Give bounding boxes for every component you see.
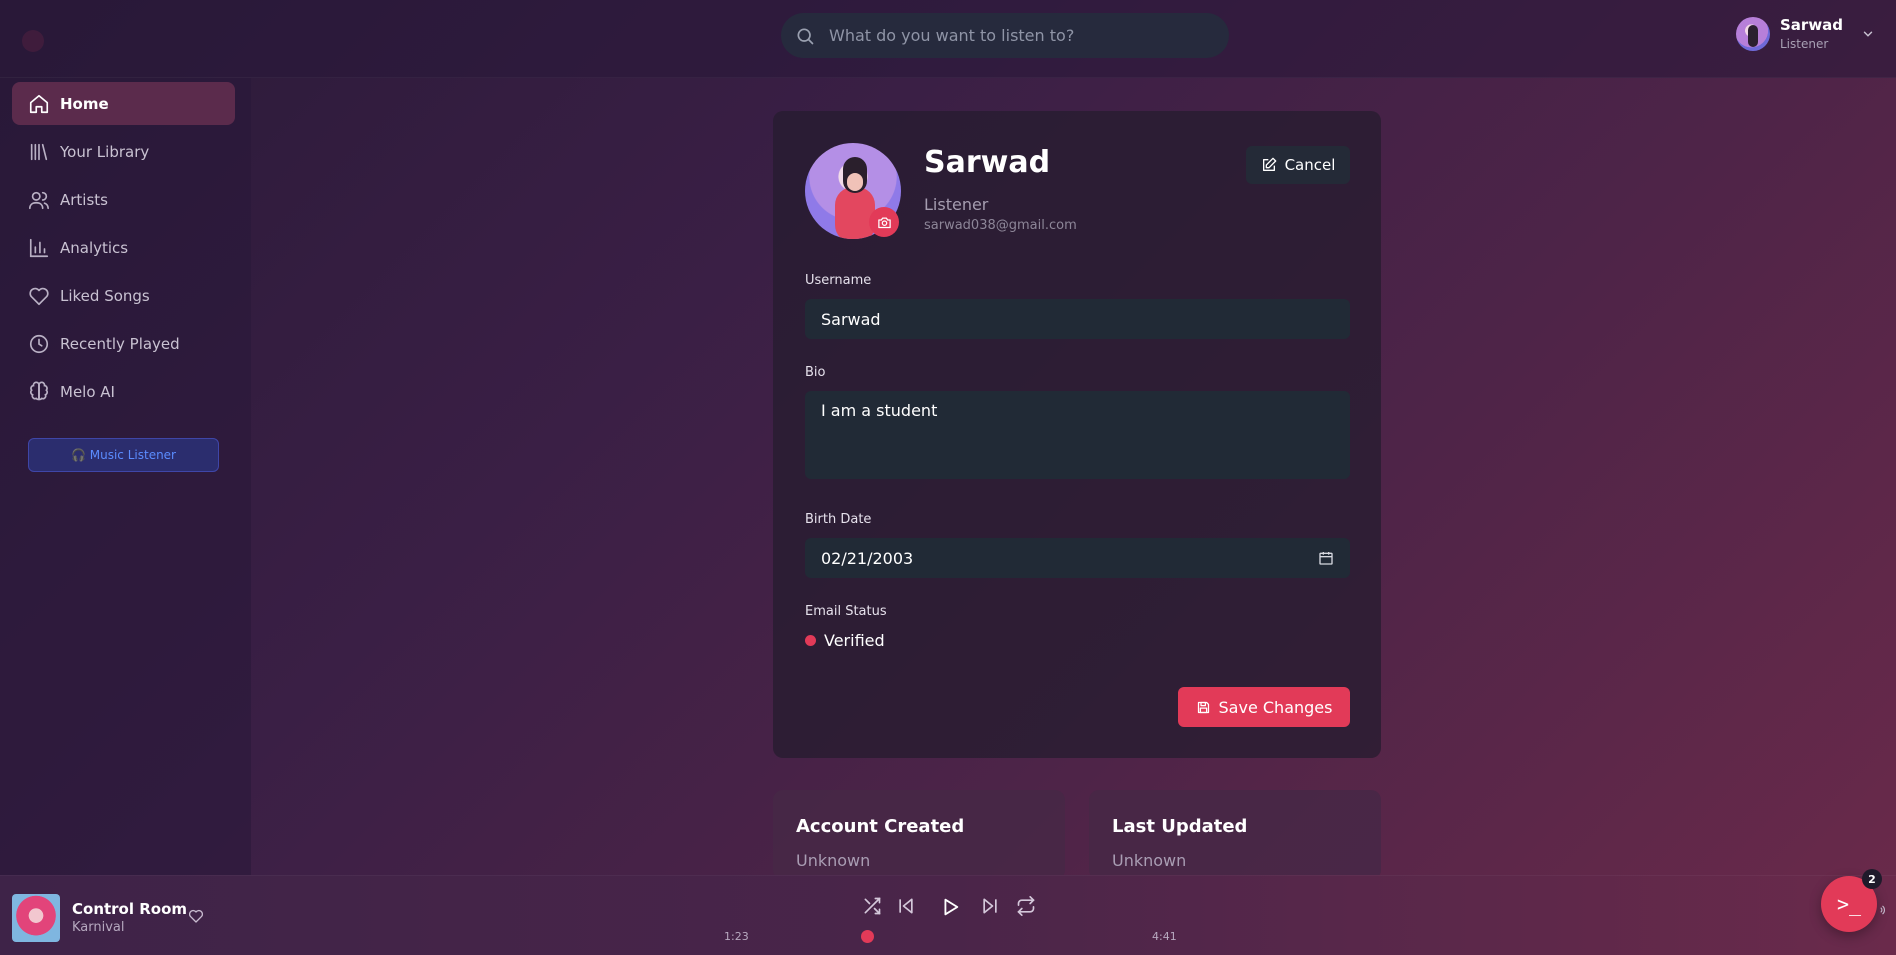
avatar[interactable] [1736, 16, 1770, 51]
sidebar-item-analytics[interactable]: Analytics [12, 226, 235, 269]
calendar-icon[interactable] [1318, 550, 1334, 566]
cancel-button[interactable]: Cancel [1246, 146, 1350, 184]
bar-chart-icon [29, 238, 49, 257]
previous-icon[interactable] [896, 896, 916, 916]
search-input[interactable] [829, 26, 1189, 45]
next-icon[interactable] [980, 896, 1000, 916]
elapsed-time: 1:23 [724, 930, 749, 943]
album-art[interactable] [12, 894, 60, 942]
sidebar-item-label: Artists [60, 190, 108, 209]
email-status: Verified [805, 631, 885, 650]
sidebar-item-home[interactable]: Home [12, 82, 235, 125]
search-icon [797, 28, 814, 44]
last-updated-card: Last Updated Unknown [1089, 790, 1381, 880]
username-value: Sarwad [821, 309, 881, 329]
username-label: Username [805, 273, 872, 288]
status-dot-icon [805, 635, 816, 646]
sidebar-item-recently-played[interactable]: Recently Played [12, 322, 235, 365]
username-field[interactable]: Sarwad [805, 299, 1350, 339]
profile-name: Sarwad [924, 145, 1051, 180]
cancel-label: Cancel [1284, 156, 1336, 174]
user-menu[interactable]: Sarwad Listener [1736, 16, 1875, 51]
users-icon [29, 191, 49, 209]
save-icon [1197, 701, 1209, 713]
profile-role: Listener [924, 195, 989, 214]
search-bar[interactable] [781, 13, 1229, 58]
progress-slider[interactable] [861, 930, 874, 943]
birth-date-field[interactable]: 02/21/2003 [805, 538, 1350, 578]
like-heart-icon[interactable] [188, 908, 204, 924]
sidebar-item-label: Analytics [60, 238, 129, 257]
profile-card: Sarwad Listener sarwad038@gmail.com Canc… [773, 111, 1381, 758]
play-icon[interactable] [939, 896, 961, 918]
terminal-icon: >_ [1836, 892, 1862, 916]
email-status-label: Email Status [805, 604, 887, 619]
account-created-title: Account Created [796, 816, 965, 837]
shuffle-icon[interactable] [862, 896, 882, 916]
bio-textarea[interactable]: I am a student [805, 391, 1350, 479]
home-icon [29, 94, 49, 113]
profile-email: sarwad038@gmail.com [924, 218, 1077, 233]
account-created-card: Account Created Unknown [773, 790, 1065, 880]
library-icon [30, 143, 48, 160]
email-status-value: Verified [824, 631, 885, 650]
birth-date-label: Birth Date [805, 512, 872, 527]
user-role: Listener [1780, 37, 1829, 51]
user-name: Sarwad [1780, 16, 1844, 34]
save-button[interactable]: Save Changes [1178, 687, 1350, 727]
heart-icon [29, 287, 49, 305]
sidebar-item-label: Home [60, 94, 109, 113]
change-photo-button[interactable] [869, 207, 899, 237]
bio-value: I am a student [821, 401, 938, 420]
sidebar: Home Your Library Artists Analytics Like… [0, 78, 251, 875]
sidebar-item-label: Recently Played [60, 334, 180, 353]
app-logo[interactable] [22, 30, 54, 52]
player-bar: Control Room Karnival 1:23 4:41 [0, 875, 1896, 955]
notification-badge: 2 [1862, 869, 1882, 889]
track-title[interactable]: Control Room [72, 900, 187, 918]
music-listener-label: 🎧 Music Listener [71, 448, 176, 462]
top-bar: Sarwad Listener [0, 0, 1896, 78]
clock-icon [29, 334, 49, 353]
total-duration: 4:41 [1152, 930, 1177, 943]
sidebar-item-label: Your Library [60, 142, 150, 161]
bio-label: Bio [805, 365, 826, 380]
brain-icon [29, 381, 49, 400]
sidebar-item-library[interactable]: Your Library [12, 130, 235, 173]
sidebar-item-liked-songs[interactable]: Liked Songs [12, 274, 235, 317]
sidebar-item-melo-ai[interactable]: Melo AI [12, 370, 235, 413]
birth-date-value: 02/21/2003 [821, 548, 914, 568]
account-created-value: Unknown [796, 851, 871, 870]
camera-icon [877, 217, 891, 228]
repeat-icon[interactable] [1016, 896, 1036, 916]
edit-icon [1262, 157, 1276, 171]
last-updated-value: Unknown [1112, 851, 1187, 870]
save-label: Save Changes [1218, 697, 1333, 717]
music-listener-badge[interactable]: 🎧 Music Listener [28, 438, 219, 472]
logo-mark-icon [22, 30, 44, 52]
chevron-down-icon[interactable] [1861, 27, 1875, 41]
sidebar-item-label: Melo AI [60, 382, 115, 401]
track-artist[interactable]: Karnival [72, 920, 125, 935]
last-updated-title: Last Updated [1112, 816, 1248, 837]
sidebar-item-label: Liked Songs [60, 286, 150, 305]
sidebar-item-artists[interactable]: Artists [12, 178, 235, 221]
